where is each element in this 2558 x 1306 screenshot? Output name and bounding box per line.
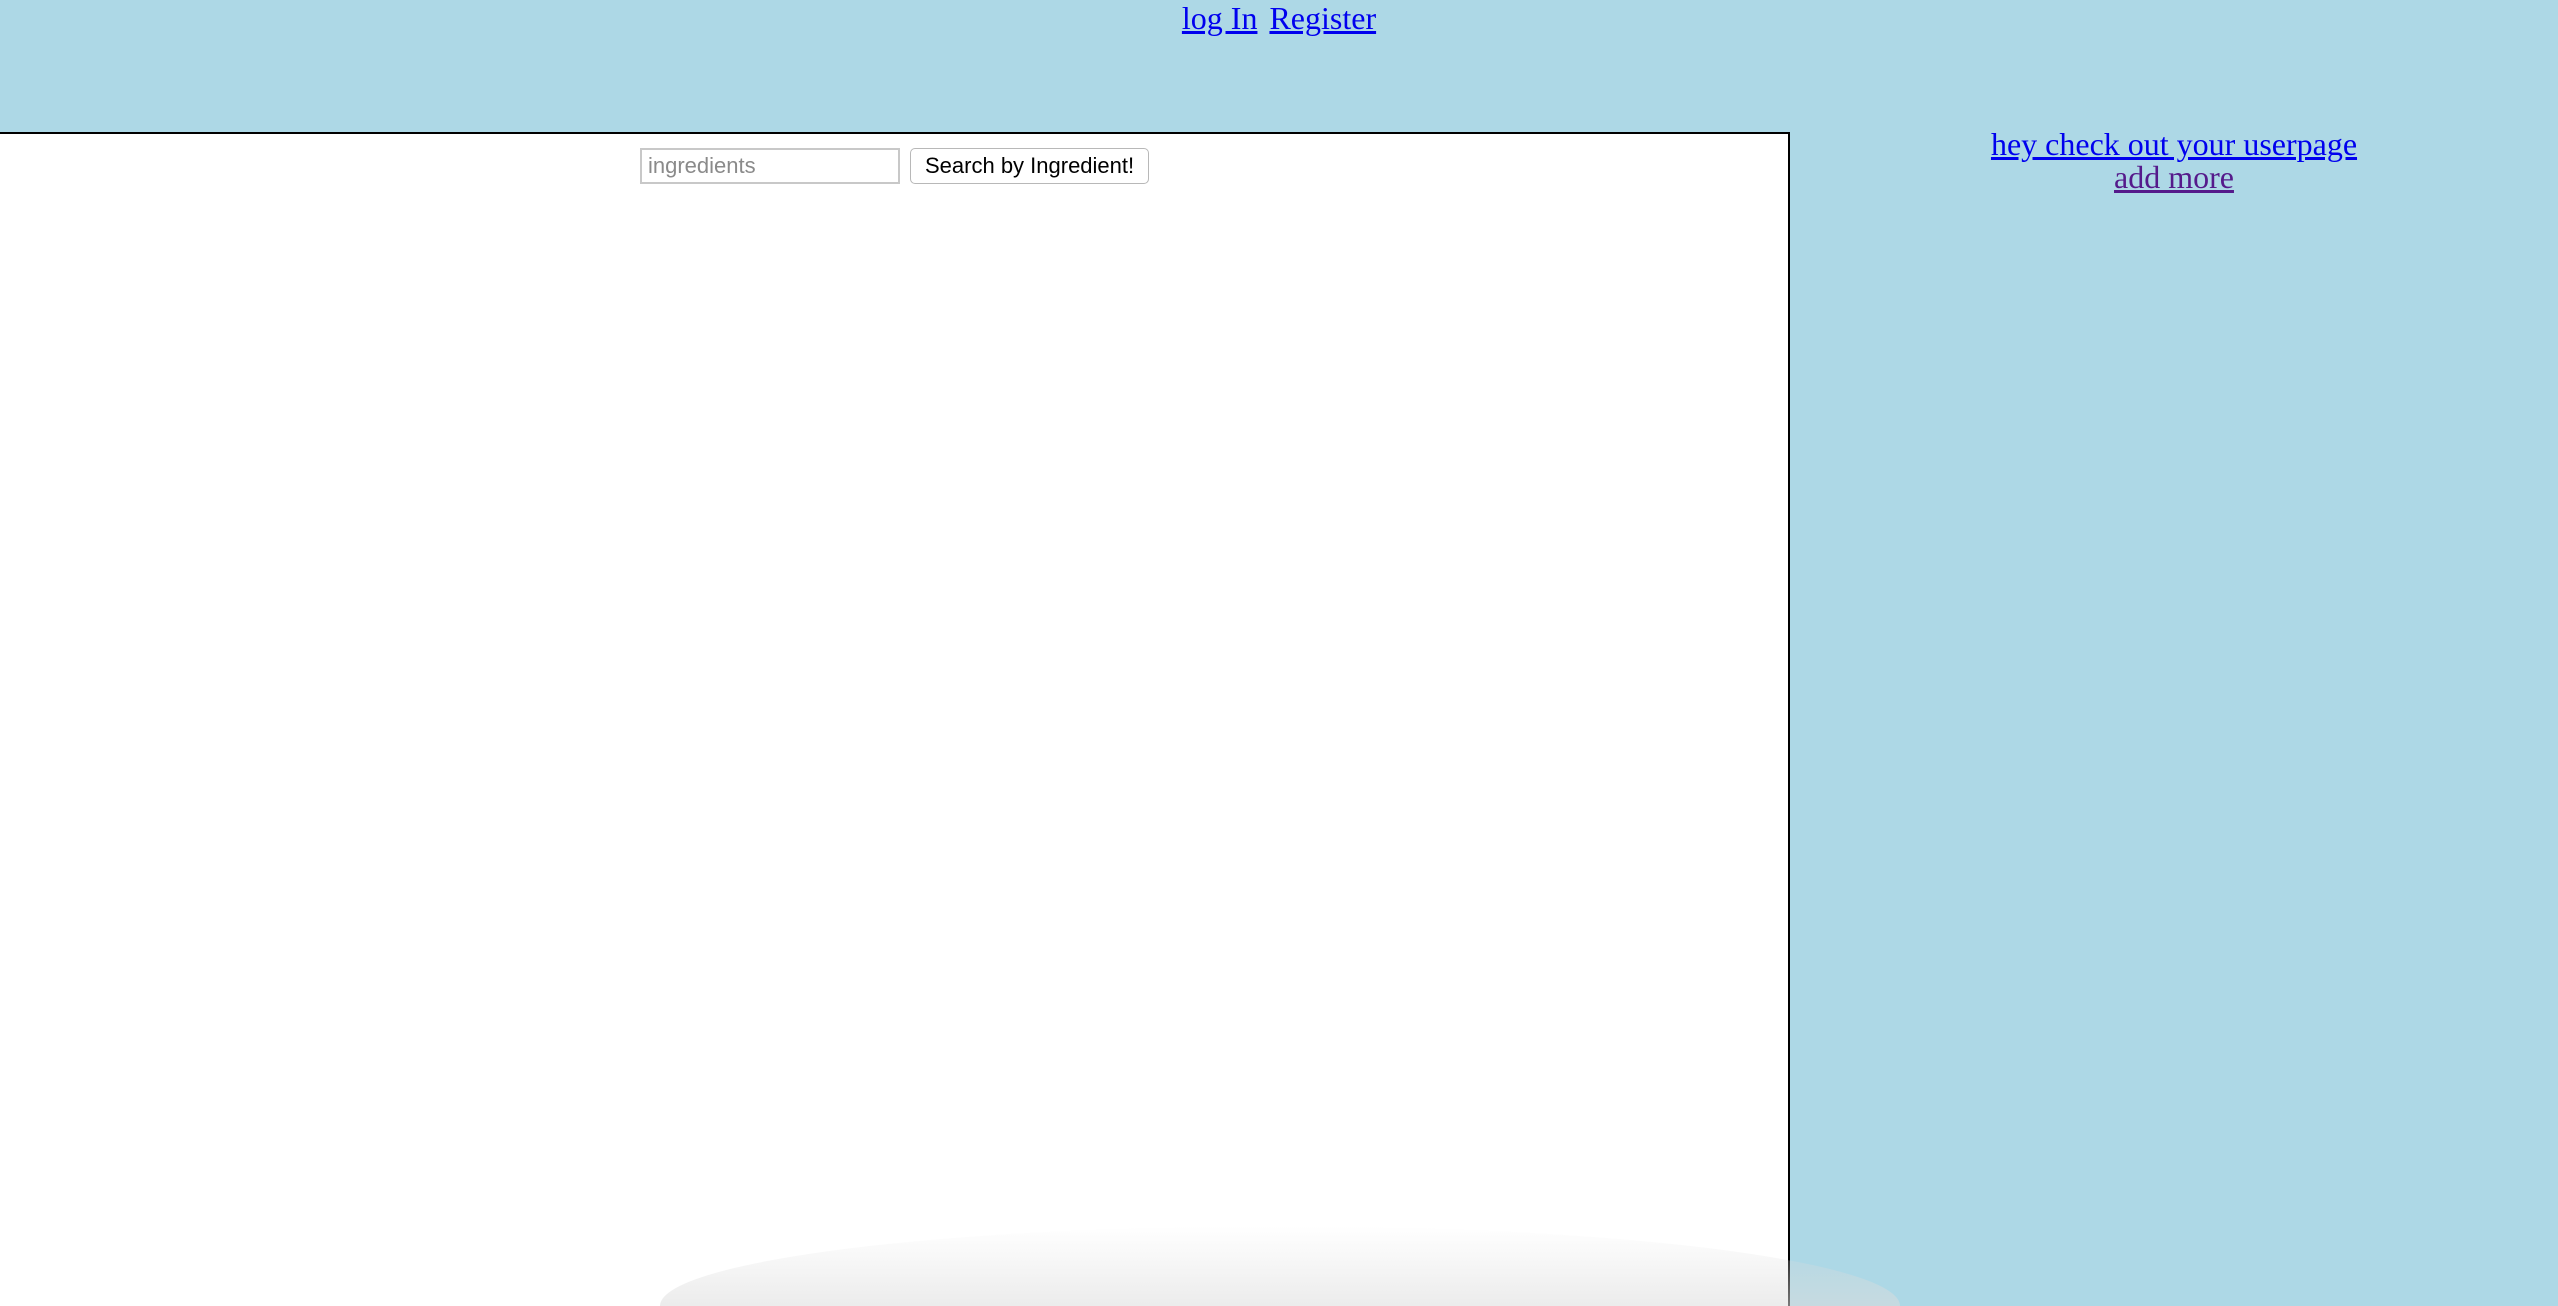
- top-nav: log In Register: [0, 0, 2558, 40]
- right-sidebar: hey check out your userpage add more: [1790, 128, 2558, 194]
- ingredient-search-bar: Search by Ingredient!: [640, 148, 1150, 184]
- bottom-shadow-overlay: [660, 1226, 1900, 1306]
- page: log In Register Search by Ingredient! he…: [0, 0, 2558, 1306]
- userpage-link[interactable]: hey check out your userpage: [1790, 128, 2558, 161]
- ingredient-search-input[interactable]: [640, 148, 900, 184]
- register-link[interactable]: Register: [1269, 0, 1376, 36]
- main-content-panel: Search by Ingredient!: [0, 132, 1900, 1306]
- search-by-ingredient-button[interactable]: Search by Ingredient!: [910, 148, 1150, 184]
- login-link[interactable]: log In: [1182, 0, 1258, 36]
- add-more-link[interactable]: add more: [1790, 161, 2558, 194]
